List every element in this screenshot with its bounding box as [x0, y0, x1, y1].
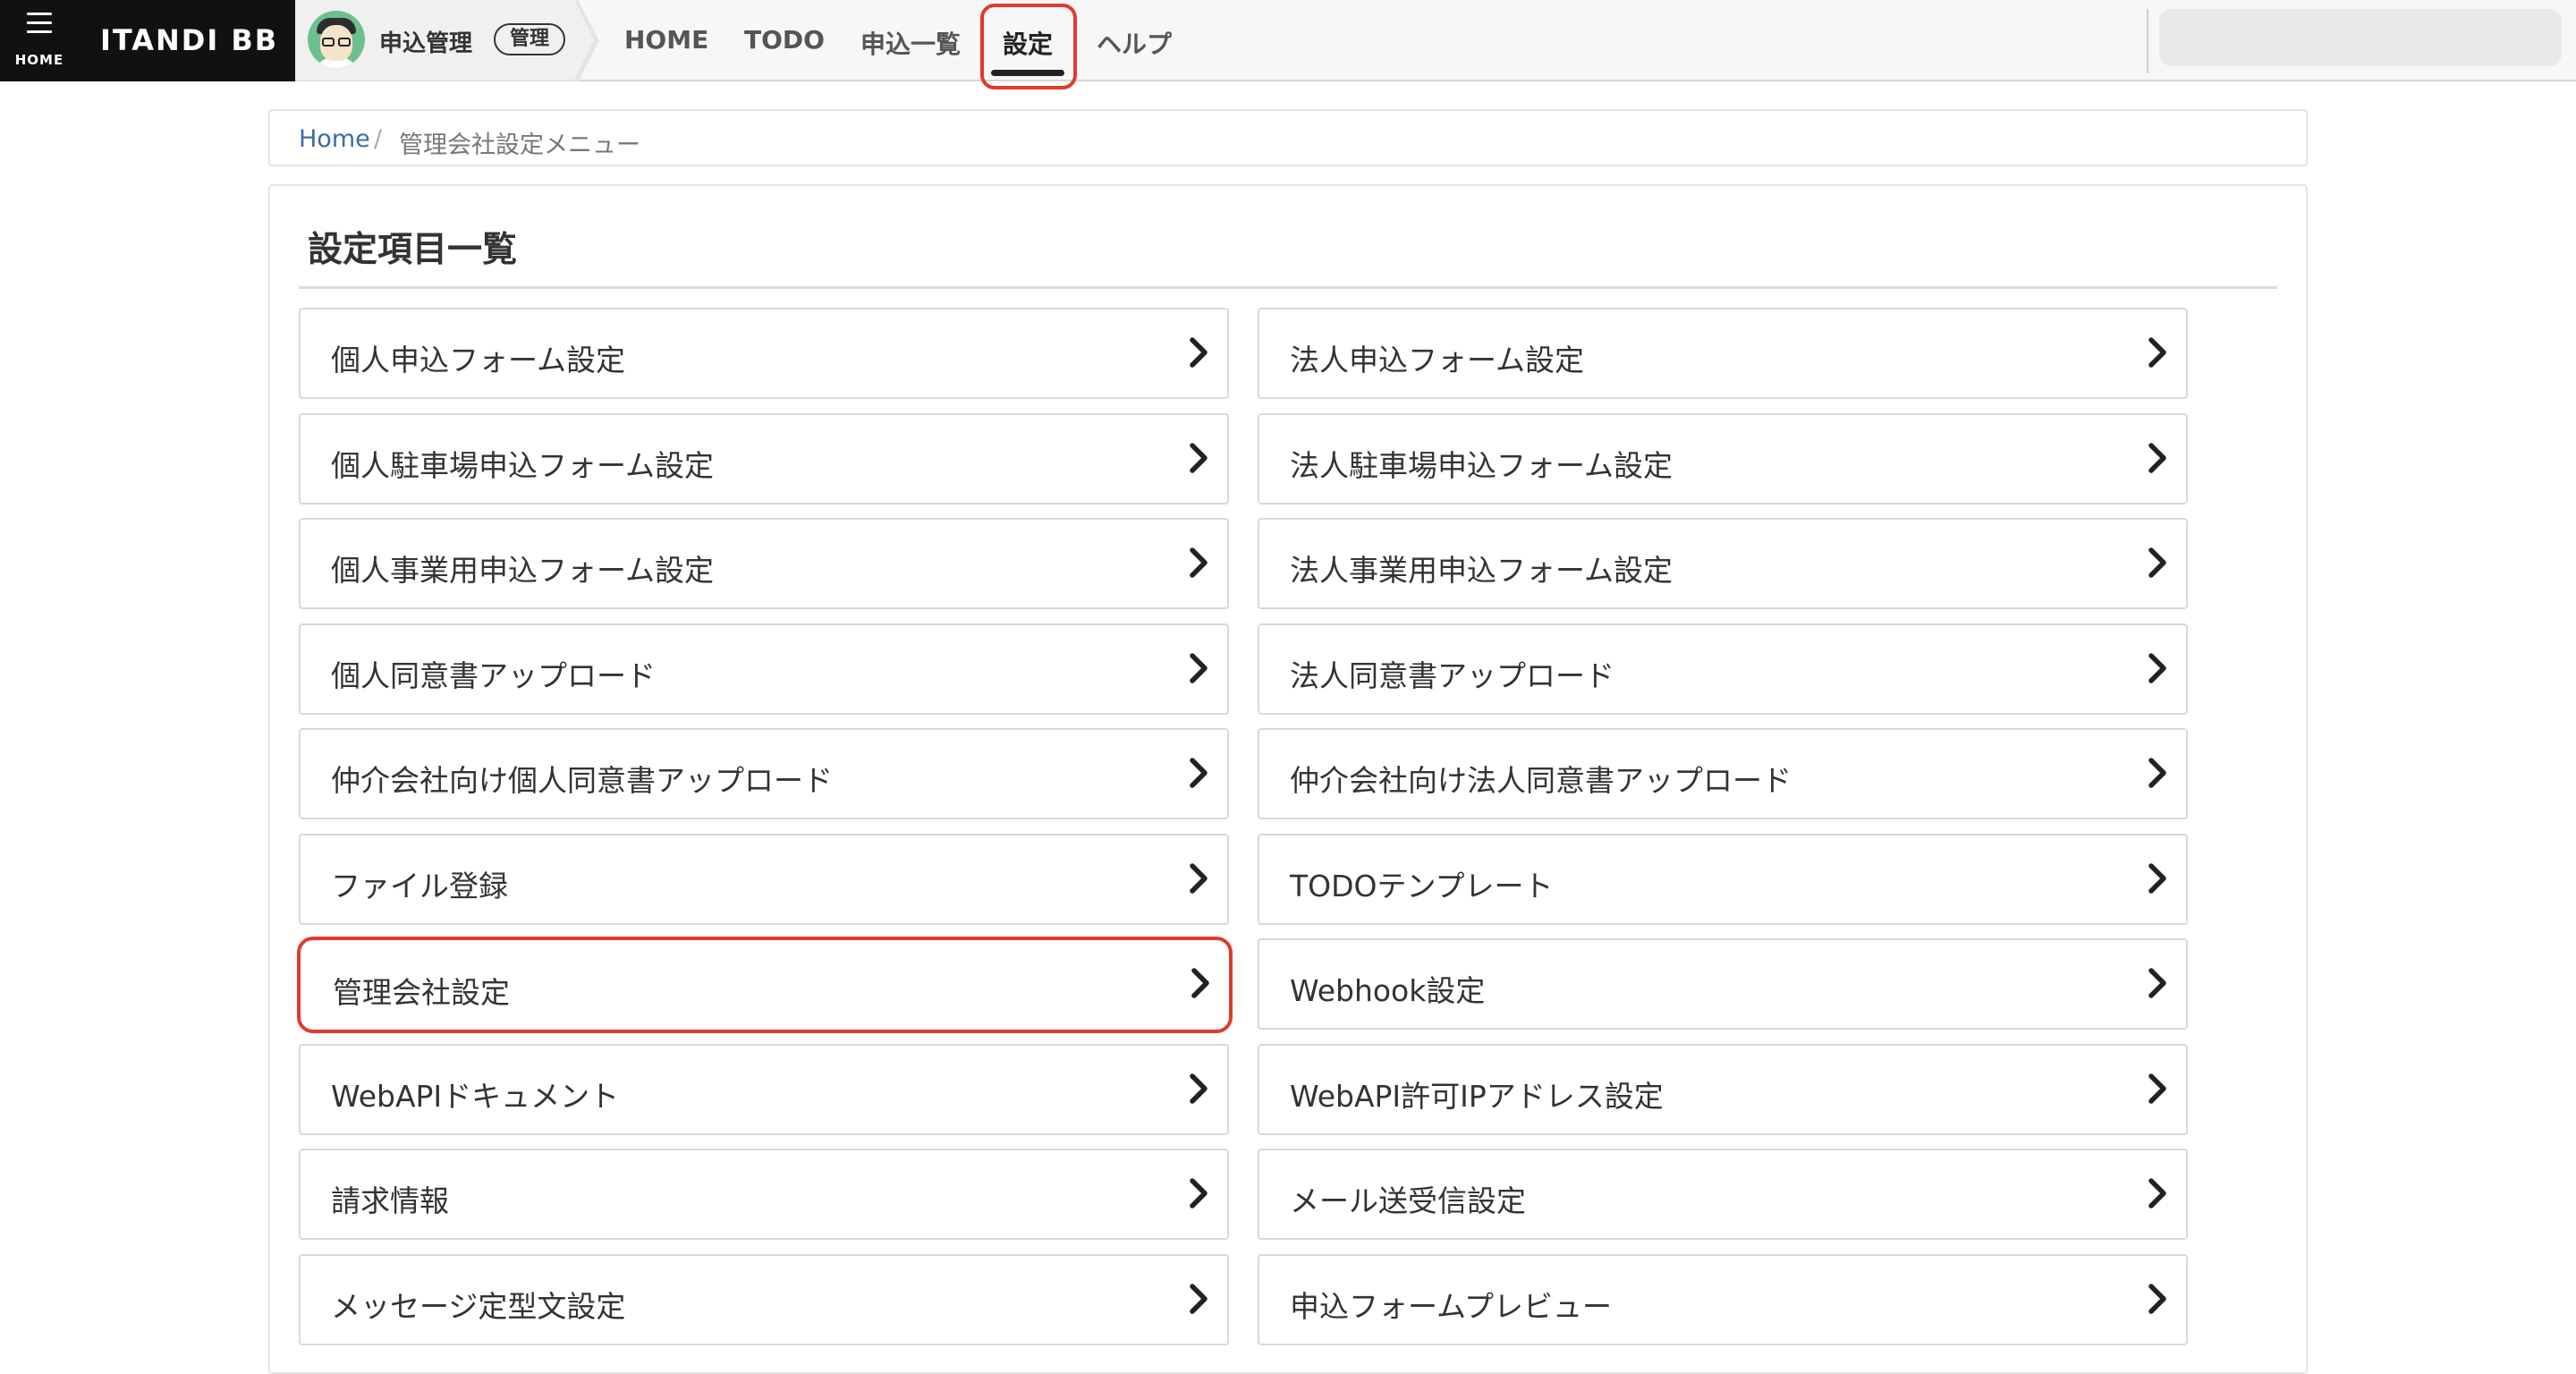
- settings-item-right-5[interactable]: 仲介会社向け法人同意書アップロード: [1258, 728, 2188, 819]
- settings-item-label: 法人同意書アップロード: [1290, 658, 1614, 693]
- breadcrumb-current: 管理会社設定メニュー: [399, 131, 640, 159]
- brand-text: ITANDI BB: [100, 23, 279, 57]
- chevron-right-icon: [2148, 547, 2166, 578]
- settings-item-right-3[interactable]: 法人事業用申込フォーム設定: [1258, 518, 2188, 609]
- settings-item-left-9[interactable]: 請求情報: [299, 1149, 1229, 1240]
- app-name: 申込管理: [379, 30, 473, 57]
- settings-item-left-5[interactable]: 仲介会社向け個人同意書アップロード: [299, 728, 1229, 819]
- chevron-right-icon: [1191, 968, 1209, 998]
- settings-item-label: メール送受信設定: [1290, 1183, 1526, 1218]
- chevron-right-icon: [1190, 1178, 1208, 1209]
- settings-item-label: 法人事業用申込フォーム設定: [1290, 553, 1674, 588]
- settings-item-right-4[interactable]: 法人同意書アップロード: [1258, 623, 2188, 715]
- settings-item-label: 請求情報: [331, 1183, 449, 1218]
- settings-item-right-9[interactable]: メール送受信設定: [1258, 1149, 2188, 1240]
- settings-item-left-1[interactable]: 個人申込フォーム設定: [299, 308, 1229, 399]
- breadcrumb-home-link[interactable]: Home: [299, 125, 370, 153]
- settings-item-label: 仲介会社向け法人同意書アップロード: [1290, 763, 1792, 798]
- settings-item-left-7[interactable]: 管理会社設定: [297, 937, 1233, 1033]
- settings-item-label: ファイル登録: [331, 869, 508, 903]
- settings-item-right-7[interactable]: Webhook設定: [1258, 938, 2188, 1030]
- settings-item-left-4[interactable]: 個人同意書アップロード: [299, 623, 1229, 715]
- header-divider: [2147, 9, 2148, 73]
- nav-help[interactable]: ヘルプ: [1097, 25, 1172, 61]
- chevron-right-icon: [2148, 337, 2166, 368]
- settings-item-right-8[interactable]: WebAPI許可IPアドレス設定: [1258, 1044, 2188, 1135]
- hamburger-icon: [27, 13, 52, 34]
- settings-item-label: TODOテンプレート: [1290, 869, 1554, 903]
- nav-applications[interactable]: 申込一覧: [860, 25, 961, 61]
- page-title: 設定項目一覧: [308, 230, 518, 270]
- settings-item-label: メッセージ定型文設定: [331, 1289, 626, 1324]
- chevron-right-icon: [1190, 547, 1208, 578]
- chevron-right-icon: [2148, 863, 2166, 894]
- settings-item-right-1[interactable]: 法人申込フォーム設定: [1258, 308, 2188, 399]
- settings-item-label: 個人駐車場申込フォーム設定: [331, 448, 715, 483]
- settings-item-label: Webhook設定: [1290, 973, 1486, 1008]
- chevron-right-icon: [2148, 1178, 2166, 1209]
- chevron-right-icon: [1190, 1073, 1208, 1104]
- settings-item-right-10[interactable]: 申込フォームプレビュー: [1258, 1254, 2188, 1345]
- nav-home[interactable]: HOME: [624, 25, 708, 55]
- breadcrumb-separator: /: [374, 125, 383, 153]
- title-divider: [299, 286, 2277, 289]
- settings-item-left-6[interactable]: ファイル登録: [299, 834, 1229, 925]
- settings-item-right-2[interactable]: 法人駐車場申込フォーム設定: [1258, 413, 2188, 505]
- chevron-right-icon: [2148, 758, 2166, 788]
- brand-logo[interactable]: ITANDI BB: [79, 0, 295, 81]
- settings-item-label: 法人申込フォーム設定: [1290, 343, 1585, 377]
- settings-item-label: 仲介会社向け個人同意書アップロード: [331, 763, 833, 798]
- chevron-right-icon: [2148, 1284, 2166, 1314]
- settings-item-left-10[interactable]: メッセージ定型文設定: [299, 1254, 1229, 1345]
- settings-item-right-6[interactable]: TODOテンプレート: [1258, 834, 2188, 925]
- chevron-right-icon: [1190, 863, 1208, 894]
- settings-item-label: 管理会社設定: [333, 975, 510, 1010]
- chevron-right-icon: [1190, 1284, 1208, 1314]
- avatar: [308, 11, 365, 68]
- chevron-right-icon: [1190, 758, 1208, 788]
- settings-item-left-2[interactable]: 個人駐車場申込フォーム設定: [299, 413, 1229, 505]
- user-account-box[interactable]: [2159, 9, 2562, 66]
- nav-settings-highlight: [980, 4, 1077, 89]
- home-menu-button[interactable]: HOME: [0, 0, 79, 81]
- chevron-right-icon: [2148, 968, 2166, 998]
- chevron-right-icon: [2148, 443, 2166, 473]
- chevron-right-icon: [2148, 653, 2166, 683]
- chevron-right-icon: [1190, 653, 1208, 683]
- chevron-right-icon: [2148, 1073, 2166, 1104]
- settings-item-label: WebAPIドキュメント: [331, 1079, 620, 1114]
- settings-item-left-8[interactable]: WebAPIドキュメント: [299, 1044, 1229, 1135]
- settings-item-label: 法人駐車場申込フォーム設定: [1290, 448, 1674, 483]
- app-role-badge: 管理: [494, 23, 566, 55]
- settings-item-label: 個人事業用申込フォーム設定: [331, 553, 715, 588]
- settings-item-label: 個人同意書アップロード: [331, 658, 656, 693]
- home-menu-label: HOME: [14, 52, 64, 68]
- breadcrumb: Home / 管理会社設定メニュー: [268, 109, 2308, 166]
- chevron-right-icon: [1190, 337, 1208, 368]
- settings-item-left-3[interactable]: 個人事業用申込フォーム設定: [299, 518, 1229, 609]
- settings-item-label: 個人申込フォーム設定: [331, 343, 626, 377]
- settings-item-label: WebAPI許可IPアドレス設定: [1290, 1079, 1664, 1114]
- nav-todo[interactable]: TODO: [744, 25, 825, 55]
- top-header: HOME ITANDI BB 申込管理 管理 HOME TODO 申込一覧 設定…: [0, 0, 2576, 89]
- chevron-right-icon: [1190, 443, 1208, 473]
- settings-item-label: 申込フォームプレビュー: [1290, 1289, 1613, 1324]
